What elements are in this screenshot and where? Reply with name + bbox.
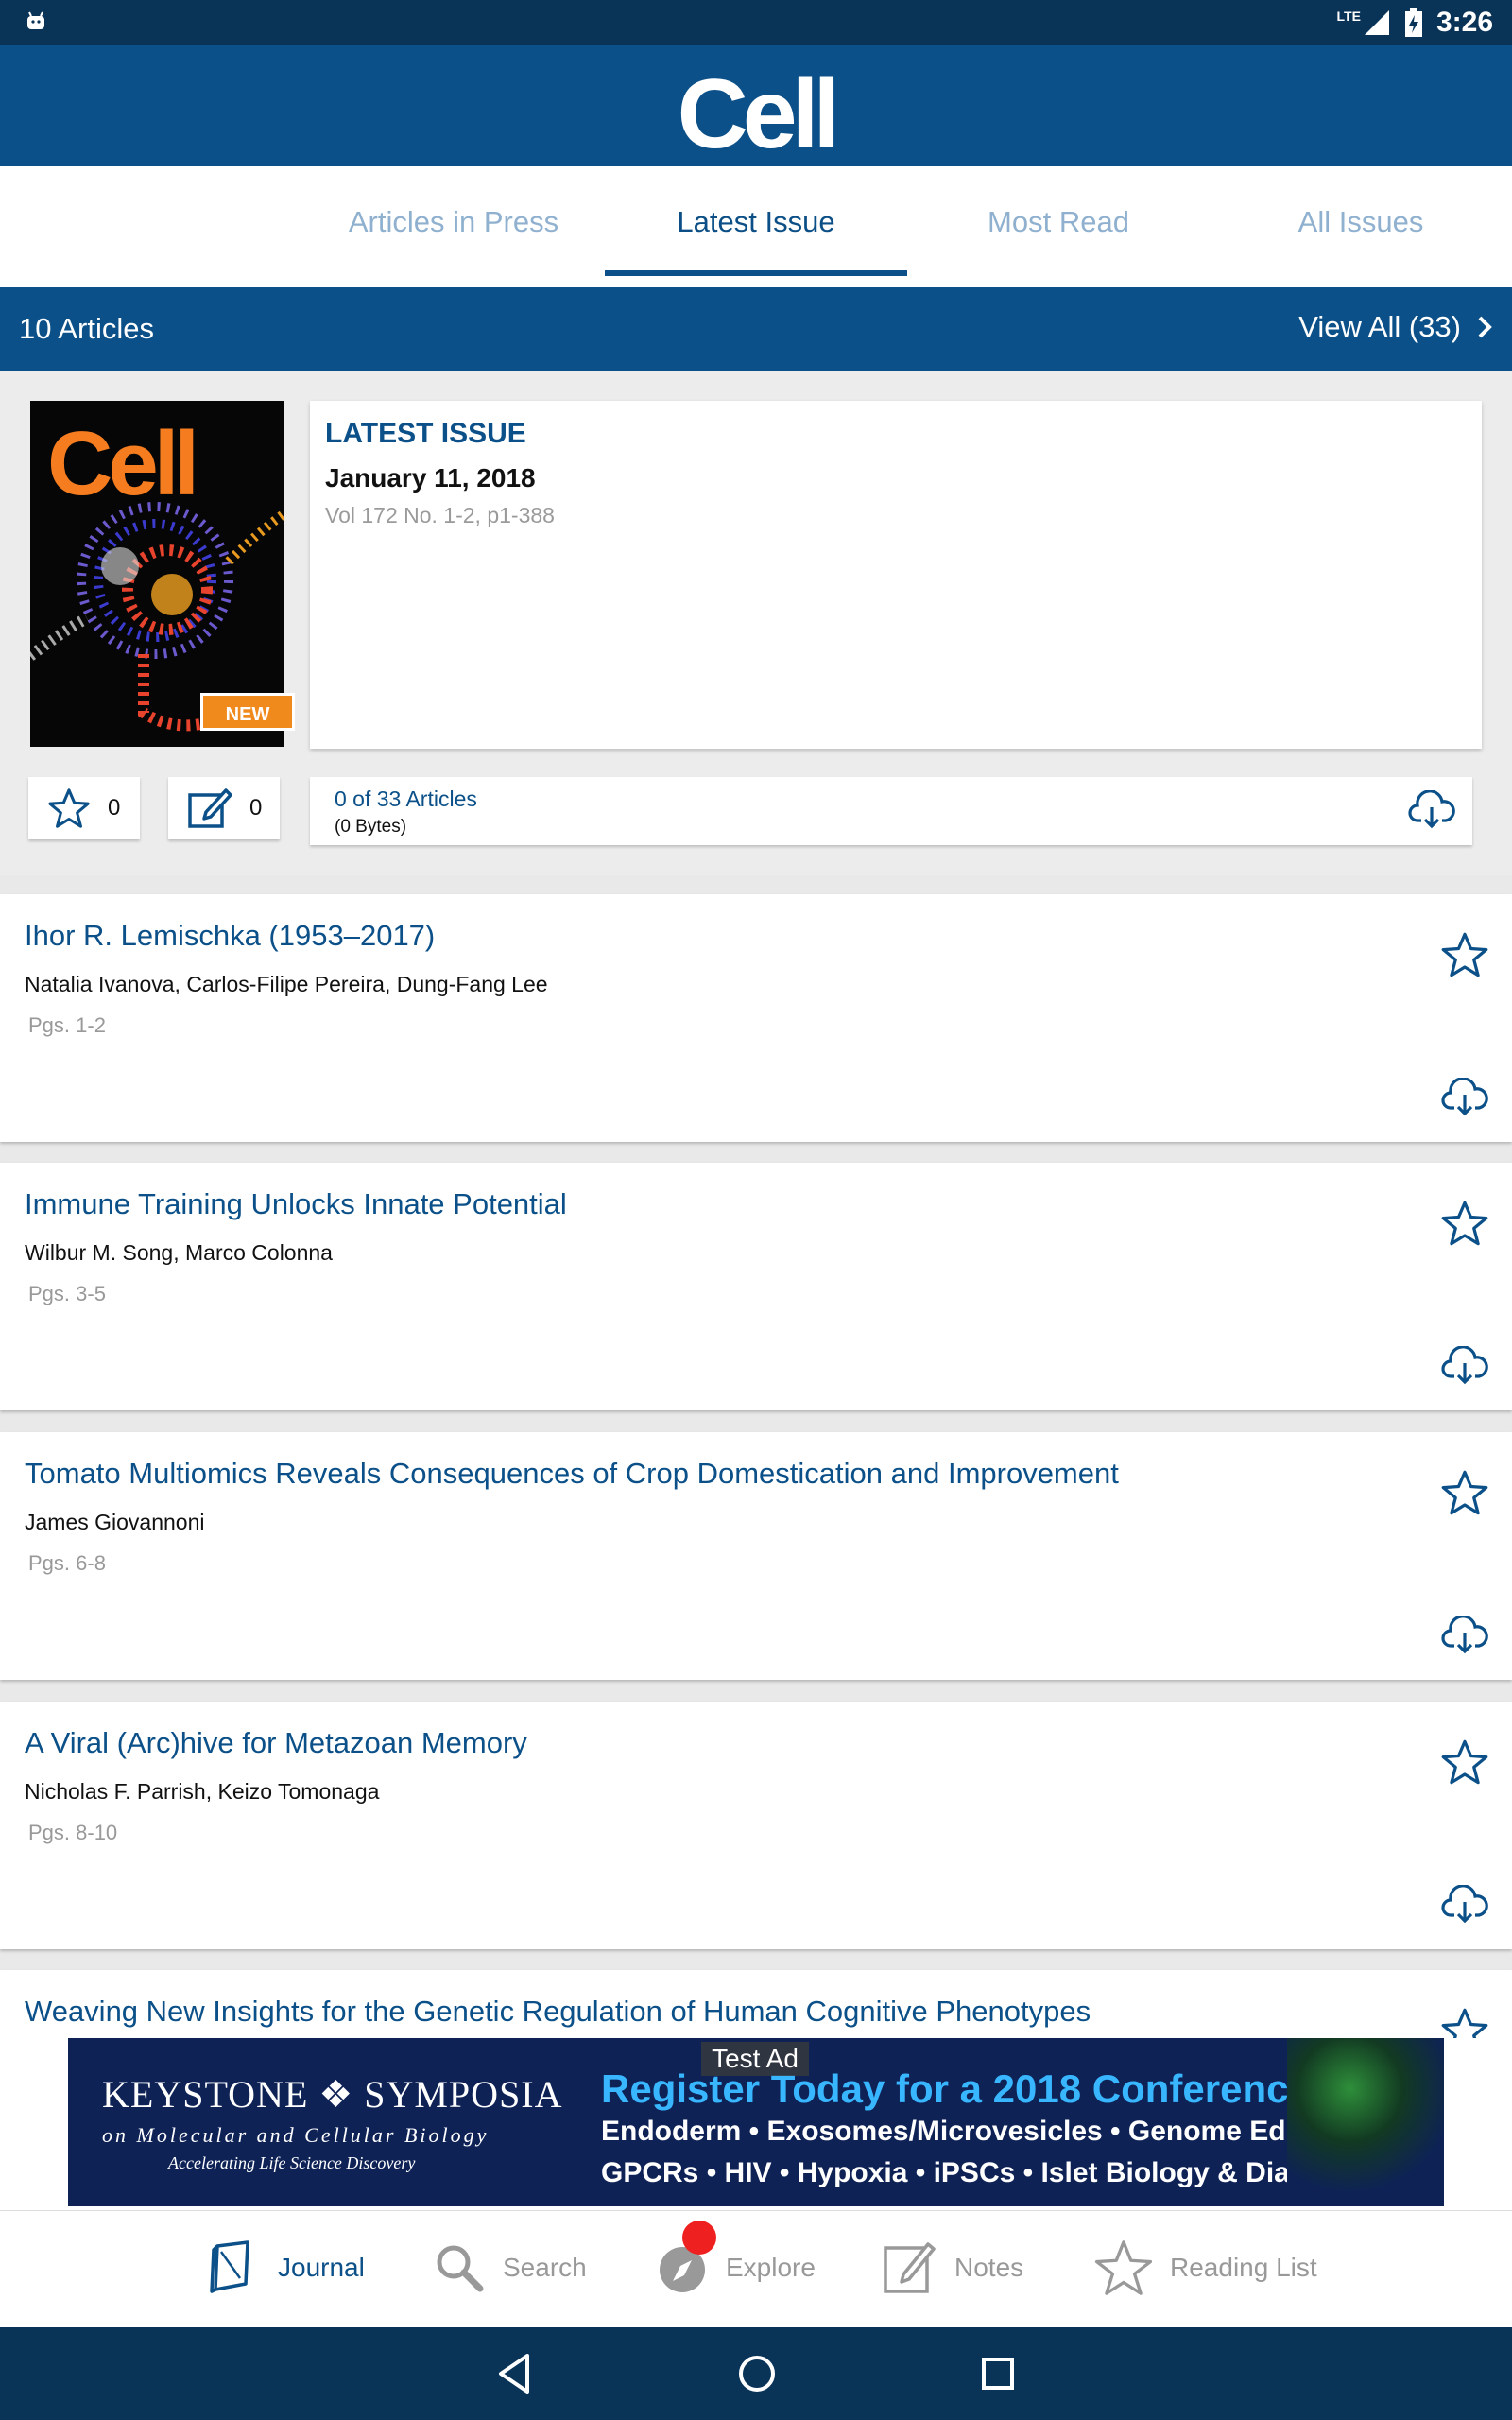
notes-button[interactable]: 0 [168,777,280,839]
ad-topics-line-1: Endoderm • Exosomes/Microvesicles • Geno… [601,2116,1346,2147]
article-pages: Pgs. 3-5 [28,1282,106,1305]
article-pages: Pgs. 1-2 [28,1013,106,1037]
favorites-count: 0 [108,795,121,821]
article-authors: James Giovannoni [25,1510,205,1534]
article-title[interactable]: Weaving New Insights for the Genetic Reg… [25,1995,1091,2029]
article-pages: Pgs. 8-10 [28,1821,118,1844]
article-title[interactable]: Immune Training Unlocks Innate Potential [25,1187,567,1221]
search-icon [437,2245,484,2292]
tab-articles-in-press[interactable]: Articles in Press [302,166,605,287]
nav-search[interactable]: Search [433,2238,587,2298]
latest-issue-label: LATEST ISSUE [325,418,526,449]
clock: 3:26 [1435,7,1493,38]
android-notification-icon [27,11,44,29]
downloaded-size: (0 Bytes) [335,817,407,837]
nav-journal[interactable]: Journal [204,2238,365,2298]
active-tab-indicator [605,270,907,276]
ad-brand: KEYSTONE ❖ SYMPOSIA [102,2073,563,2116]
nav-explore[interactable]: Explore [656,2238,816,2298]
battery-charging-icon [1404,8,1422,37]
new-badge: NEW [200,693,295,731]
recents-icon[interactable] [981,2350,1015,2397]
nav-reading-list[interactable]: Reading List [1094,2238,1317,2298]
ad-tagline: Accelerating Life Science Discovery [168,2153,416,2172]
back-icon[interactable] [495,2350,533,2397]
cloud-download-icon[interactable] [1440,1078,1489,1117]
article-card[interactable]: A Viral (Arc)hive for Metazoan Memory Ni… [0,1702,1512,1949]
article-pages: Pgs. 6-8 [28,1551,106,1575]
article-authors: Nicholas F. Parrish, Keizo Tomonaga [25,1779,380,1804]
view-all-label: View All (33) [1298,310,1461,343]
article-card[interactable]: Tomato Multiomics Reveals Consequences o… [0,1432,1512,1680]
nav-explore-label: Explore [726,2253,816,2282]
issue-volume: Vol 172 No. 1-2, p1-388 [325,503,555,527]
nav-notes[interactable]: Notes [883,2238,1023,2298]
article-title[interactable]: Ihor R. Lemischka (1953–2017) [25,919,435,953]
article-count-bar: 10 Articles View All (33) [0,287,1512,371]
article-authors: Wilbur M. Song, Marco Colonna [25,1240,333,1265]
ad-topics-line-2: GPCRs • HIV • Hypoxia • iPSCs • Islet Bi… [601,2157,1365,2188]
cloud-download-icon[interactable] [1440,1885,1489,1925]
nav-search-label: Search [503,2253,587,2282]
article-count: 10 Articles [19,312,155,345]
article-card[interactable]: Ihor R. Lemischka (1953–2017) Natalia Iv… [0,894,1512,1142]
cloud-download-icon[interactable] [1408,790,1455,830]
latest-issue-card[interactable]: LATEST ISSUE January 11, 2018 Vol 172 No… [310,401,1482,749]
home-icon[interactable] [737,2350,777,2397]
notes-count: 0 [249,795,263,821]
favorites-button[interactable]: 0 [28,777,140,839]
nav-reading-list-label: Reading List [1170,2253,1317,2282]
app-bar: Cell [0,45,1512,169]
nav-journal-label: Journal [278,2253,365,2282]
bottom-navigation: Journal Search Explore Notes Reading Lis… [0,2210,1512,2327]
cloud-download-icon[interactable] [1440,1346,1489,1386]
issue-date: January 11, 2018 [325,463,536,493]
tab-bar: Articles in Press Latest Issue Most Read… [0,166,1512,287]
nav-notes-label: Notes [954,2253,1024,2282]
cell-logo: Cell [677,60,841,169]
star-icon[interactable] [1440,930,1489,979]
tab-latest-issue[interactable]: Latest Issue [605,166,907,287]
star-icon [48,788,90,828]
article-title[interactable]: Tomato Multiomics Reveals Consequences o… [25,1457,1119,1491]
star-icon[interactable] [1440,1737,1489,1787]
tab-all-issues[interactable]: All Issues [1210,166,1512,287]
star-icon[interactable] [1440,1199,1489,1248]
status-bar: LTE 3:26 [0,0,1512,45]
notes-icon [884,2242,936,2293]
star-icon[interactable] [1440,1468,1489,1517]
ad-brand-subtitle: on Molecular and Cellular Biology [102,2123,490,2147]
explore-notification-dot [682,2221,716,2255]
star-icon [1094,2240,1153,2295]
chevron-right-icon [1478,316,1492,338]
article-title[interactable]: A Viral (Arc)hive for Metazoan Memory [25,1726,527,1760]
article-authors: Natalia Ivanova, Carlos-Filipe Pereira, … [25,972,548,996]
cloud-download-icon[interactable] [1440,1616,1489,1655]
test-ad-label: Test Ad [701,2042,809,2076]
ad-cell-image [1287,2038,1444,2206]
signal-icon [1364,10,1389,35]
view-all-button[interactable]: View All (33) [1298,310,1493,344]
article-card[interactable]: Immune Training Unlocks Innate Potential… [0,1163,1512,1410]
journal-icon [210,2240,249,2293]
tab-most-read[interactable]: Most Read [907,166,1210,287]
downloaded-articles-count: 0 of 33 Articles [335,786,477,811]
lte-label: LTE [1336,9,1361,24]
system-navigation-bar [0,2327,1512,2420]
download-issue-card[interactable]: 0 of 33 Articles (0 Bytes) [310,777,1472,845]
edit-note-icon [188,788,232,828]
